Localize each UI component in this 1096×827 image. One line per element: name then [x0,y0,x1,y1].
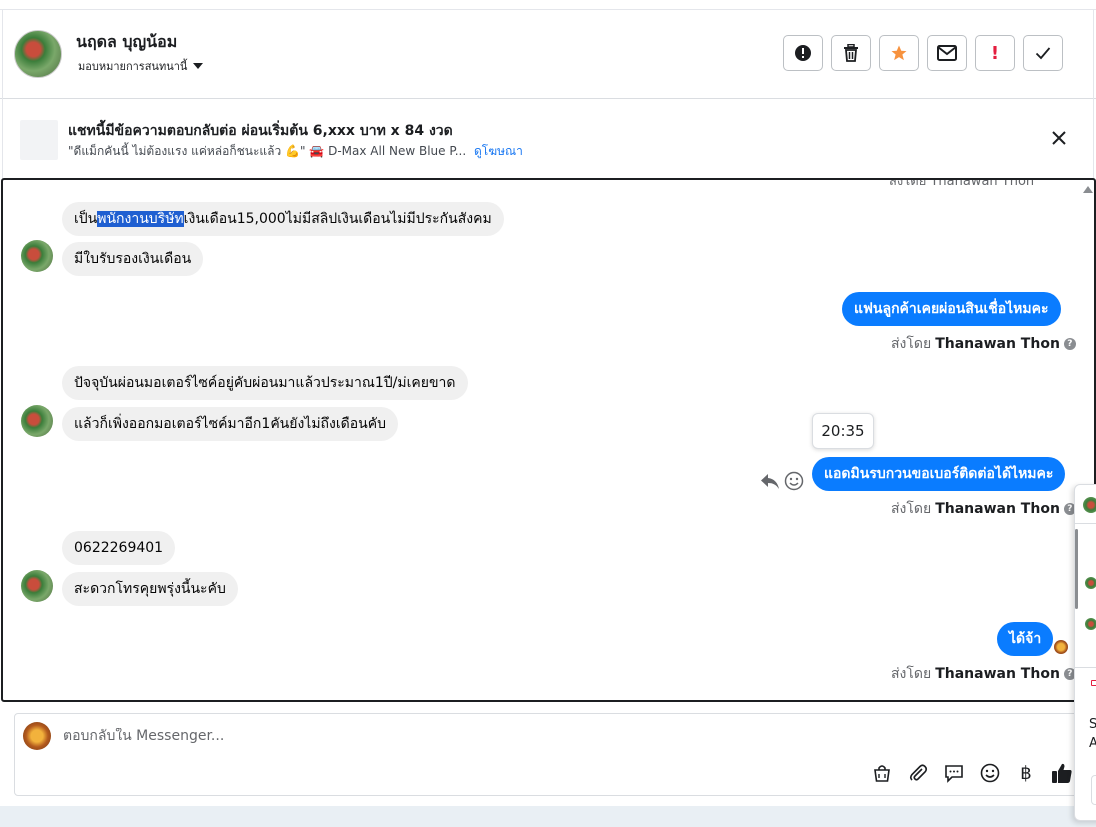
outgoing-message[interactable]: แฟนลูกค้าเคยผ่อนสินเชื่อไหมคะ [842,292,1061,326]
incoming-message[interactable]: ปัจจุบันผ่อนมอเตอร์ไซค์อยู่คับผ่อนมาแล้ว… [62,366,468,400]
caret-down-icon [193,63,204,69]
close-banner-button[interactable] [1047,126,1071,150]
sent-by-prefix: ส่งโดย [891,336,932,352]
attach-button[interactable] [906,761,930,785]
top-strip [0,0,1096,10]
reply-input[interactable] [63,728,663,744]
panel-divider [1075,523,1096,524]
check-icon [1035,47,1051,60]
incoming-message[interactable]: มีใบรับรองเงินเดือน [62,242,204,276]
emoji-button[interactable] [978,761,1002,785]
follow-up-button[interactable]: ! [975,35,1015,71]
ad-subtitle: "ดีแม็กคันนี้ ไม่ต้องแรง แค่หล่อก็ชนะแล้… [68,142,523,161]
paperclip-icon [909,764,928,781]
incoming-message[interactable]: แล้วก็เพิ่งออกมอเตอร์ไซค์มาอีก1คันยังไม่… [62,407,398,441]
mark-done-button[interactable] [1023,35,1063,71]
chat-bubble-icon [945,765,963,783]
delete-button[interactable] [831,35,871,71]
emoji-react-icon[interactable] [784,471,804,491]
outgoing-message[interactable]: ได้จ้า [997,622,1054,656]
sender-avatar[interactable] [21,240,53,272]
timestamp-tooltip: 20:35 [812,413,874,449]
help-icon[interactable]: ? [1063,338,1076,350]
payment-button[interactable]: ฿ [1014,761,1038,785]
panel-avatar[interactable] [1083,497,1096,513]
view-ad-link[interactable]: ดูโฆษณา [474,144,523,158]
conversation-header: นฤดล บุญน้อม มอบหมายการสนทนานี้ ! [0,10,1096,99]
panel-button[interactable] [1091,775,1096,805]
star-icon [891,45,907,61]
bag-icon [874,765,890,782]
message-thread[interactable]: ส่งโดย Thanawan Thon เป็นพนักงานบริษัทเง… [1,178,1096,702]
mail-icon [937,45,957,61]
alert-circle-icon [795,45,811,61]
sent-by-label: ส่งโดย Thanawan Thon ? [891,663,1076,685]
contact-avatar[interactable] [14,30,62,78]
sent-by-label: ส่งโดย Thanawan Thon ? [891,333,1076,355]
ad-reply-banner: แชทนี้มีข้อความตอบกลับต่อ ผ่อนเริ่มต้น 6… [0,100,1096,178]
composer-toolbar: ฿ [870,761,1074,785]
sent-by-name: Thanawan Thon [935,666,1060,682]
ad-subtitle-text: "ดีแม็กคันนี้ ไม่ต้องแรง แค่หล่อก็ชนะแล้… [68,144,467,158]
sent-by-prefix: ส่งโดย [891,501,932,517]
close-icon [1052,131,1066,145]
sent-by-name: Thanawan Thon [935,336,1060,352]
message-text: เป็น [74,211,98,227]
exclamation-icon: ! [990,42,1000,64]
mark-unread-button[interactable] [927,35,967,71]
read-receipt-avatar [1054,640,1068,654]
sent-by-label: ส่งโดย Thanawan Thon ? [891,498,1076,520]
ad-title: แชทนี้มีข้อความตอบกลับต่อ ผ่อนเริ่มต้น 6… [68,123,453,139]
panel-avatar[interactable] [1085,577,1096,589]
panel-text-s: S [1089,717,1096,732]
sent-by-prefix: ส่งโดย [891,666,932,682]
saved-replies-button[interactable] [942,761,966,785]
sent-by-name: Thanawan Thon [935,501,1060,517]
panel-divider [1075,667,1096,668]
like-button[interactable] [1050,761,1074,785]
panel-text-a: A [1089,736,1096,751]
ad-thumbnail[interactable] [20,120,58,160]
baht-icon: ฿ [1020,762,1032,784]
outgoing-message[interactable]: แอดมินรบกวนขอเบอร์ติดต่อได้ไหมคะ [812,457,1066,491]
bag-button[interactable] [870,761,894,785]
bottom-band [0,806,1096,827]
selected-text: พนักงานบริษัท [97,211,184,227]
panel-status-icon [1091,680,1096,686]
page-avatar [23,722,51,750]
panel-scrollbar[interactable] [1075,529,1078,609]
scroll-up-arrow-icon[interactable] [1083,186,1093,193]
incoming-message[interactable]: สะดวกโทรคุยพรุ่งนี้นะคับ [62,572,238,606]
reply-icon[interactable] [760,472,780,490]
mark-spam-button[interactable] [783,35,823,71]
incoming-message[interactable]: เป็นพนักงานบริษัทเงินเดือน15,000ไม่มีสลิ… [62,202,504,236]
trash-icon [844,44,858,62]
assign-conversation-dropdown[interactable]: มอบหมายการสนทนานี้ [78,57,204,75]
sender-avatar[interactable] [21,570,53,602]
cut-off-sent-by: ส่งโดย Thanawan Thon [889,178,1035,189]
message-text: เงินเดือน15,000ไม่มีสลิปเงินเดือนไม่มีปร… [183,211,492,227]
incoming-message[interactable]: 0622269401 [62,531,176,565]
side-overlay-panel[interactable]: S A [1074,484,1096,821]
contact-name[interactable]: นฤดล บุญน้อม [76,30,177,55]
sender-avatar[interactable] [21,405,53,437]
star-button[interactable] [879,35,919,71]
message-hover-tools [760,471,804,491]
panel-avatar[interactable] [1085,618,1096,630]
header-actions: ! [783,35,1063,71]
thumbs-up-icon [1052,763,1072,783]
reply-composer: ฿ [14,713,1084,796]
assign-label: มอบหมายการสนทนานี้ [78,60,188,73]
emoji-icon [980,763,1000,783]
